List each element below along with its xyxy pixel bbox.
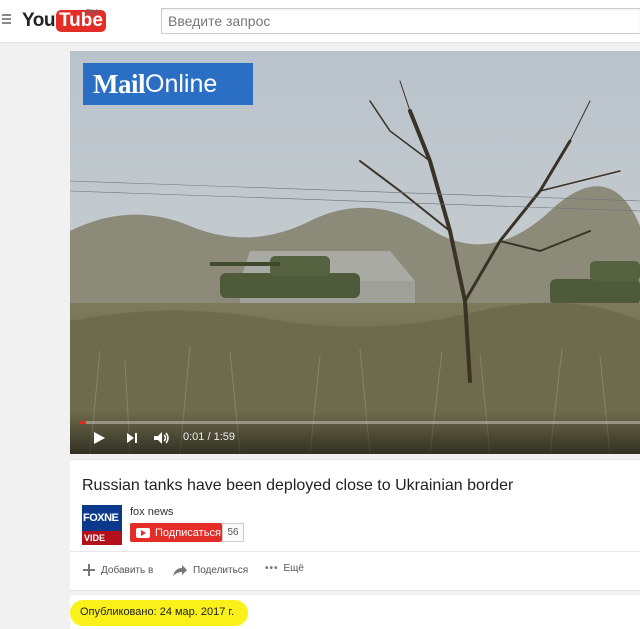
youtube-play-icon (136, 527, 150, 538)
time-display: 0:01 / 1:59 (183, 431, 235, 443)
more-label: Ещё (283, 563, 304, 574)
volume-icon[interactable] (153, 431, 171, 445)
menu-icon[interactable] (2, 14, 11, 24)
next-icon[interactable] (125, 431, 139, 445)
add-to-label: Добавить в (101, 564, 154, 576)
channel-name-link[interactable]: fox news (130, 506, 173, 518)
video-title: Russian tanks have been deployed close t… (82, 477, 514, 494)
add-to-button[interactable]: Добавить в (82, 563, 153, 577)
description-panel: Опубликовано: 24 мар. 2017 г. (70, 595, 640, 629)
share-label: Поделиться (193, 564, 249, 576)
brand-online-text: Online (145, 69, 218, 98)
mailonline-watermark: Mail Online (83, 63, 253, 105)
brand-mail-text: Mail (93, 68, 146, 99)
channel-avatar[interactable]: FOXNE VIDE (82, 505, 122, 545)
video-player[interactable]: Mail Online 0:01 / 1:59 (70, 51, 640, 454)
more-dots-icon: ••• (265, 563, 279, 574)
subscribe-button[interactable]: Подписаться (130, 523, 222, 542)
progress-bar[interactable] (80, 421, 640, 424)
logo-tube-text: Tube (55, 10, 106, 32)
search-box[interactable] (161, 8, 640, 34)
logo-you-text: You (22, 10, 55, 31)
masthead: You Tube RU (0, 0, 640, 43)
published-date: Опубликовано: 24 мар. 2017 г. (80, 606, 235, 618)
share-icon (173, 565, 187, 576)
share-button[interactable]: Поделиться (172, 563, 248, 577)
video-frame (70, 51, 640, 454)
player-controls: 0:01 / 1:59 (70, 411, 640, 454)
divider (70, 551, 640, 552)
more-button[interactable]: ••• Ещё (265, 563, 304, 574)
search-input[interactable] (162, 9, 640, 33)
avatar-bottom-text: VIDE (82, 531, 122, 545)
video-info-card: Russian tanks have been deployed close t… (70, 459, 640, 591)
subscriber-count: 56 (222, 523, 244, 542)
play-icon[interactable] (92, 431, 106, 445)
logo-region: RU (86, 8, 98, 17)
progress-fill (80, 421, 86, 424)
avatar-top-text: FOXNE (82, 505, 122, 531)
plus-icon (83, 564, 95, 576)
subscribe-label: Подписаться (155, 526, 221, 539)
